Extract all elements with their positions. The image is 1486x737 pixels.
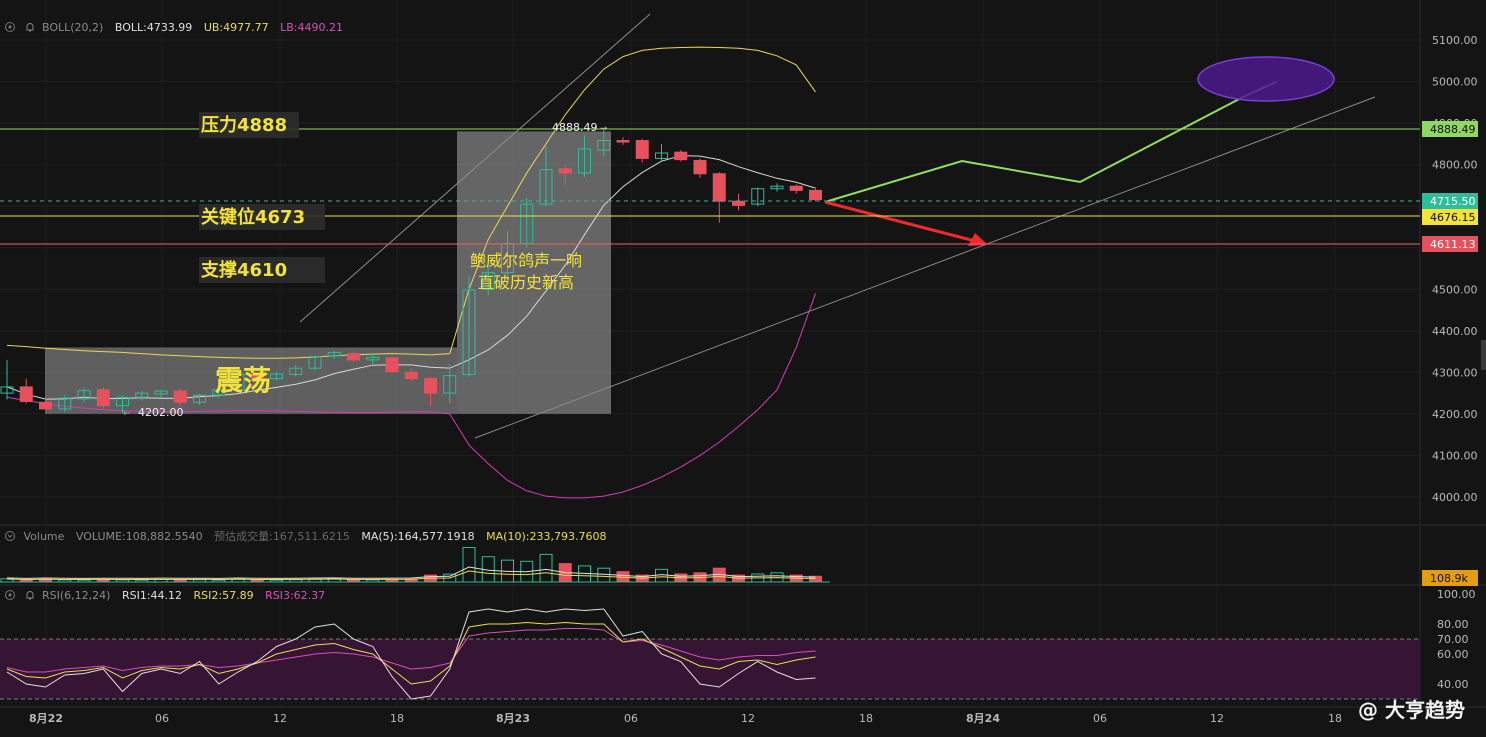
down-arrow-shaft — [824, 200, 976, 243]
volume-bar — [462, 547, 476, 583]
volume-ma10: MA(10):233,793.7608 — [486, 530, 607, 543]
price-tick-label: 4300.00 — [1432, 366, 1478, 379]
projection-path — [824, 95, 1246, 203]
rsi-2: RSI2:57.89 — [193, 589, 254, 602]
rsi-group — [0, 608, 1420, 700]
time-tick-label: 12 — [1210, 712, 1224, 725]
time-tick-label: 8月22 — [29, 712, 63, 725]
candle-body — [693, 159, 707, 175]
time-tick-label: 18 — [1328, 712, 1342, 725]
support-tag: 4611.13 — [1430, 238, 1476, 251]
boll-lb: LB:4490.21 — [280, 21, 343, 34]
time-tick-label: 12 — [273, 712, 287, 725]
candle-body — [404, 371, 418, 380]
volume-bar — [655, 568, 668, 583]
news-line1: 鲍威尔鸽声一响 — [470, 251, 582, 270]
candle-body — [19, 386, 33, 402]
key-level-tag: 4676.15 — [1430, 211, 1476, 224]
news-line2: 直破历史新高 — [478, 273, 574, 292]
boll-upper-line — [6, 46, 816, 359]
rsi-name: RSI(6,12,24) — [42, 589, 111, 602]
chart-canvas[interactable]: 压力4888 关键位4673 支撑4610 震荡 鲍威尔鸽声一响直破历史新高 4888.4… — [0, 0, 1486, 733]
candle-body — [616, 140, 630, 143]
eye-icon[interactable] — [4, 589, 16, 601]
chart-root: 压力4888 关键位4673 支撑4610 震荡 鲍威尔鸽声一响 直破历史新高 4888.4… — [0, 0, 1486, 733]
candle-body — [385, 357, 399, 373]
watermark: @ 大亨趋势 — [1358, 694, 1465, 723]
volume-name: Volume — [23, 530, 65, 543]
volume-bar — [539, 553, 553, 583]
candle-body — [732, 200, 745, 206]
candle-body — [173, 390, 187, 403]
time-tick-label: 8月24 — [966, 712, 1000, 725]
scroll-handle — [1481, 340, 1486, 370]
current-price-tag: 4715.50 — [1430, 195, 1476, 208]
rsi-tick-label: 60.00 — [1437, 648, 1469, 661]
boll-value: BOLL:4733.99 — [114, 21, 193, 34]
boll-ub: UB:4977.77 — [203, 21, 269, 34]
high-marker: 4888.49 — [552, 121, 598, 134]
time-tick-label: 06 — [624, 712, 638, 725]
price-tick-label: 4400.00 — [1432, 325, 1478, 338]
key-level-label: 关键位4673 — [201, 206, 305, 228]
candle-body — [809, 189, 822, 201]
time-tick-label: 18 — [859, 712, 873, 725]
candle-body — [424, 378, 437, 394]
rsi-tick-label: 100.00 — [1437, 588, 1476, 601]
candle-body — [789, 185, 803, 191]
support-label: 支撑4610 — [200, 259, 287, 281]
low-marker: 4202.00 — [138, 406, 184, 419]
price-tick-label: 5000.00 — [1432, 76, 1478, 89]
rsi-header[interactable]: RSI(6,12,24) RSI1:44.12 RSI2:57.89 RSI3:… — [4, 589, 333, 602]
candle-body — [635, 140, 649, 159]
volume-estimate: 预估成交量:167,511.6215 — [214, 530, 350, 543]
rsi-zone — [0, 639, 1420, 699]
price-tick-label: 5100.00 — [1432, 34, 1478, 47]
watermark-text: @ 大亨趋势 — [1358, 698, 1465, 722]
volume-group — [0, 547, 830, 583]
eye-icon[interactable] — [4, 21, 16, 33]
boll-header[interactable]: BOLL(20,2) BOLL:4733.99 UB:4977.77 LB:44… — [4, 21, 351, 34]
rsi-tick-label: 40.00 — [1437, 678, 1469, 691]
time-tick-label: 12 — [741, 712, 755, 725]
candle-body — [96, 389, 110, 407]
candle-body — [712, 173, 726, 202]
volume-header[interactable]: Volume VOLUME:108,882.5540 预估成交量:167,511… — [4, 528, 614, 544]
rsi-1: RSI1:44.12 — [121, 589, 183, 602]
consolidation-label: 震荡 — [215, 364, 271, 397]
price-tick-label: 4100.00 — [1432, 449, 1478, 462]
time-tick-label: 8月23 — [496, 712, 530, 725]
bell-icon[interactable] — [24, 589, 36, 601]
candle-body — [674, 151, 688, 161]
boll-name: BOLL(20,2) — [42, 21, 104, 34]
volume-value: VOLUME:108,882.5540 — [75, 530, 203, 543]
resistance-tag: 4888.49 — [1430, 123, 1476, 136]
price-tick-label: 4800.00 — [1432, 159, 1478, 172]
low-marker-arrow: ← — [123, 409, 131, 419]
time-tick-label: 18 — [390, 712, 404, 725]
volume-bar — [597, 567, 611, 583]
rsi-3: RSI3:62.37 — [265, 589, 326, 602]
price-tick-label: 4500.00 — [1432, 283, 1478, 296]
volume-tag: 108.9k — [1430, 572, 1468, 585]
target-ellipse — [1197, 56, 1335, 102]
time-tick-label: 06 — [155, 712, 169, 725]
candle-body — [39, 401, 52, 410]
rsi-tick-label: 80.00 — [1437, 618, 1469, 631]
volume-ma5: MA(5):164,577.1918 — [361, 530, 475, 543]
bollinger-bands-group — [6, 46, 816, 499]
time-tick-label: 06 — [1093, 712, 1107, 725]
rsi-tick-label: 70.00 — [1437, 633, 1469, 646]
high-marker-arrow: → — [600, 124, 608, 134]
eye-icon[interactable] — [4, 530, 16, 542]
price-tick-label: 4000.00 — [1432, 491, 1478, 504]
candle-body — [558, 168, 572, 174]
resistance-label: 压力4888 — [201, 115, 287, 136]
candle-body — [347, 353, 360, 361]
bell-icon[interactable] — [24, 21, 36, 33]
price-tick-label: 4200.00 — [1432, 408, 1478, 421]
